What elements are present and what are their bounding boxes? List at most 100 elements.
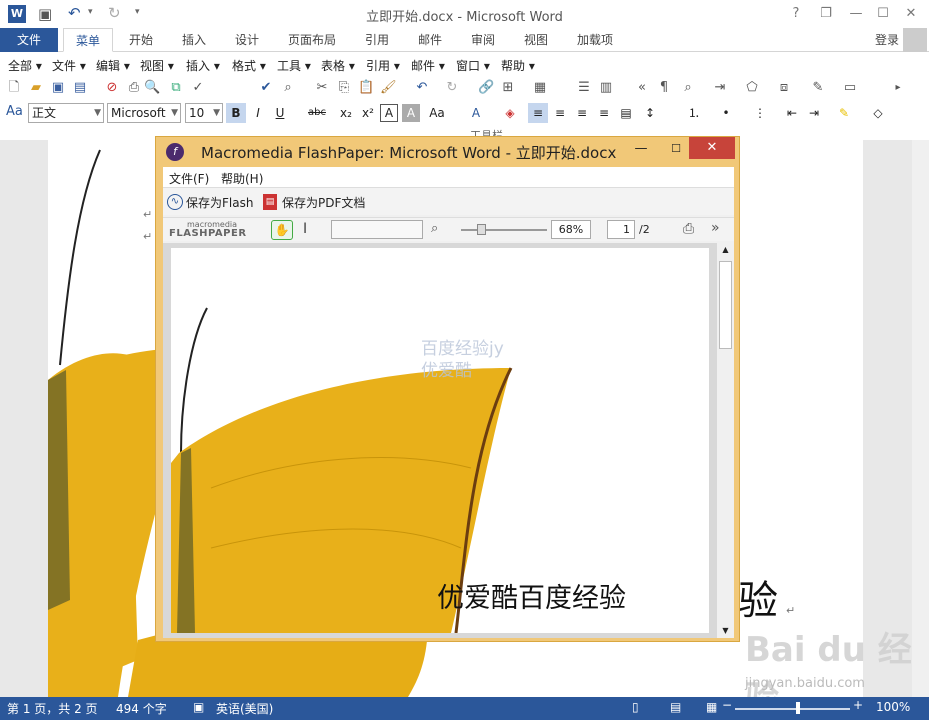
tab-file[interactable]: 文件 [0, 28, 58, 52]
change-case-button[interactable]: Aa [424, 103, 450, 123]
tab-home[interactable]: 开始 [120, 28, 162, 52]
subscript-button[interactable]: x₂ [336, 103, 356, 123]
research-icon[interactable]: ⧉ [168, 80, 184, 96]
save-as-flash-button[interactable]: 保存为Flash [186, 194, 253, 211]
style-combo[interactable]: 正文 ▼ [28, 103, 104, 123]
scroll-up-icon[interactable]: ▲ [717, 243, 734, 257]
menu-format[interactable]: 格式 ▾ [232, 57, 266, 74]
clear-format-icon[interactable]: ◈ [500, 103, 520, 123]
highlight-icon[interactable]: ✎ [834, 103, 854, 123]
bullets-icon[interactable]: • [716, 103, 736, 123]
goto-icon[interactable]: ⇥ [712, 80, 728, 96]
font-combo[interactable]: Microsoft ▼ [107, 103, 181, 123]
tab-mailings[interactable]: 邮件 [409, 28, 451, 52]
save-as-icon[interactable]: ▤ [72, 80, 88, 96]
arrange-icon[interactable]: ⧈ [776, 80, 792, 96]
menu-mailings[interactable]: 邮件 ▾ [411, 57, 445, 74]
menu-help[interactable]: 帮助 ▾ [501, 57, 535, 74]
print-preview-icon[interactable]: 🔍 [144, 80, 160, 96]
minimize-button[interactable]: — [845, 4, 867, 24]
read-mode-icon[interactable]: ▯ [632, 700, 639, 714]
more-icon[interactable]: » [711, 220, 720, 236]
borders-icon[interactable]: ⊞ [500, 80, 516, 96]
align-center-button[interactable]: ≡ [550, 103, 570, 123]
search-icon[interactable]: ⌕ [431, 221, 438, 236]
menu-file[interactable]: 文件 ▾ [52, 57, 86, 74]
spell-check-icon[interactable]: ✔ [258, 80, 274, 96]
tab-addins[interactable]: 加载项 [568, 28, 622, 52]
spelling-icon[interactable]: ✓ [190, 80, 206, 96]
toolbar-more-icon[interactable]: ▸ [890, 80, 906, 96]
line-spacing-icon[interactable]: ↕ [640, 103, 660, 123]
chevron-down-icon[interactable]: ▼ [171, 104, 178, 122]
print-layout-icon[interactable]: ▤ [670, 700, 681, 714]
distributed-button[interactable]: ▤ [616, 103, 636, 123]
flashpaper-scrollbar[interactable]: ▲ ▼ [717, 243, 734, 638]
permission-icon[interactable]: ⊘ [104, 80, 120, 96]
redo-icon[interactable]: ↻ [444, 80, 460, 96]
flashpaper-viewer[interactable]: 百度经验jy 优爱酷 优爱酷百度经验 ▲ ▼ [163, 243, 734, 638]
open-folder-icon[interactable]: ▰ [28, 80, 44, 96]
font-size-combo[interactable]: 10 ▼ [185, 103, 223, 123]
avatar[interactable] [903, 28, 927, 52]
strikethrough-button[interactable]: abc [304, 103, 330, 123]
print-icon[interactable]: ⎙ [126, 80, 142, 96]
word-count[interactable]: 494 个字 [116, 700, 167, 717]
tab-references[interactable]: 引用 [356, 28, 398, 52]
menu-table[interactable]: 表格 ▾ [321, 57, 355, 74]
zoom-slider[interactable] [735, 708, 850, 710]
flashpaper-menu-file[interactable]: 文件(F) [169, 170, 209, 187]
undo-icon[interactable]: ↶ [414, 80, 430, 96]
columns-icon[interactable]: ☰ [576, 80, 592, 96]
zoom-slider-thumb[interactable] [796, 702, 800, 714]
shapes-icon[interactable]: ⬠ [744, 80, 760, 96]
chevron-down-icon[interactable]: ▼ [94, 104, 101, 122]
ribbon-display-button[interactable]: ❐ [815, 4, 837, 24]
hyperlink-icon[interactable]: 🔗 [478, 80, 494, 96]
menu-edit[interactable]: 编辑 ▾ [96, 57, 130, 74]
tab-view[interactable]: 视图 [515, 28, 557, 52]
zoom-slider[interactable] [461, 229, 547, 231]
menu-all[interactable]: 全部 ▾ [8, 57, 42, 74]
align-left-button[interactable]: ≡ [528, 103, 548, 123]
multilevel-list-icon[interactable]: ⋮ [750, 103, 770, 123]
format-painter-icon[interactable]: 🖌 [380, 80, 397, 96]
flashpaper-menu-help[interactable]: 帮助(H) [221, 170, 263, 187]
document-scrollbar[interactable] [912, 140, 929, 697]
hand-tool-icon[interactable]: ✋ [271, 220, 293, 240]
tab-insert[interactable]: 插入 [173, 28, 215, 52]
menu-view[interactable]: 视图 ▾ [140, 57, 174, 74]
flashpaper-maximize-button[interactable]: ☐ [661, 139, 691, 161]
print-icon[interactable]: ⎙ [683, 221, 694, 237]
increase-indent-icon[interactable]: ⇥ [804, 103, 824, 123]
paste-icon[interactable]: 📋 [358, 80, 374, 96]
login-link[interactable]: 登录 [875, 28, 899, 52]
show-marks-icon[interactable]: ¶ [656, 80, 672, 96]
menu-insert[interactable]: 插入 ▾ [186, 57, 220, 74]
proofing-icon[interactable]: ▣ [193, 700, 204, 714]
edit-shape-icon[interactable]: ✎ [810, 80, 826, 96]
web-layout-icon[interactable]: ▦ [706, 700, 717, 714]
zoom-level[interactable]: 100% [876, 700, 910, 714]
language-status[interactable]: 英语(美国) [216, 700, 273, 717]
help-button[interactable]: ? [785, 4, 807, 24]
menu-window[interactable]: 窗口 ▾ [456, 57, 490, 74]
zoom-slider-thumb[interactable] [477, 224, 486, 235]
scroll-down-icon[interactable]: ▼ [717, 624, 734, 638]
cut-icon[interactable]: ✂ [314, 80, 330, 96]
zoom-out-icon[interactable]: − [722, 698, 732, 712]
char-border-button[interactable]: A [380, 104, 398, 122]
page-count[interactable]: 第 1 页，共 2 页 [7, 700, 98, 717]
decrease-indent-icon[interactable]: ⇤ [782, 103, 802, 123]
char-shading-button[interactable]: A [402, 104, 420, 122]
styles-icon[interactable]: Aa [6, 104, 23, 120]
page-number-input[interactable]: 1 [607, 220, 635, 239]
tab-menu[interactable]: 菜单 [63, 28, 113, 52]
tab-page-layout[interactable]: 页面布局 [282, 28, 342, 52]
save-icon[interactable]: ▣ [50, 80, 66, 96]
shading-icon[interactable]: ◇ [868, 103, 888, 123]
copy-icon[interactable]: ⎘ [336, 80, 352, 96]
menu-tools[interactable]: 工具 ▾ [277, 57, 311, 74]
align-right-button[interactable]: ≡ [572, 103, 592, 123]
menu-references[interactable]: 引用 ▾ [366, 57, 400, 74]
